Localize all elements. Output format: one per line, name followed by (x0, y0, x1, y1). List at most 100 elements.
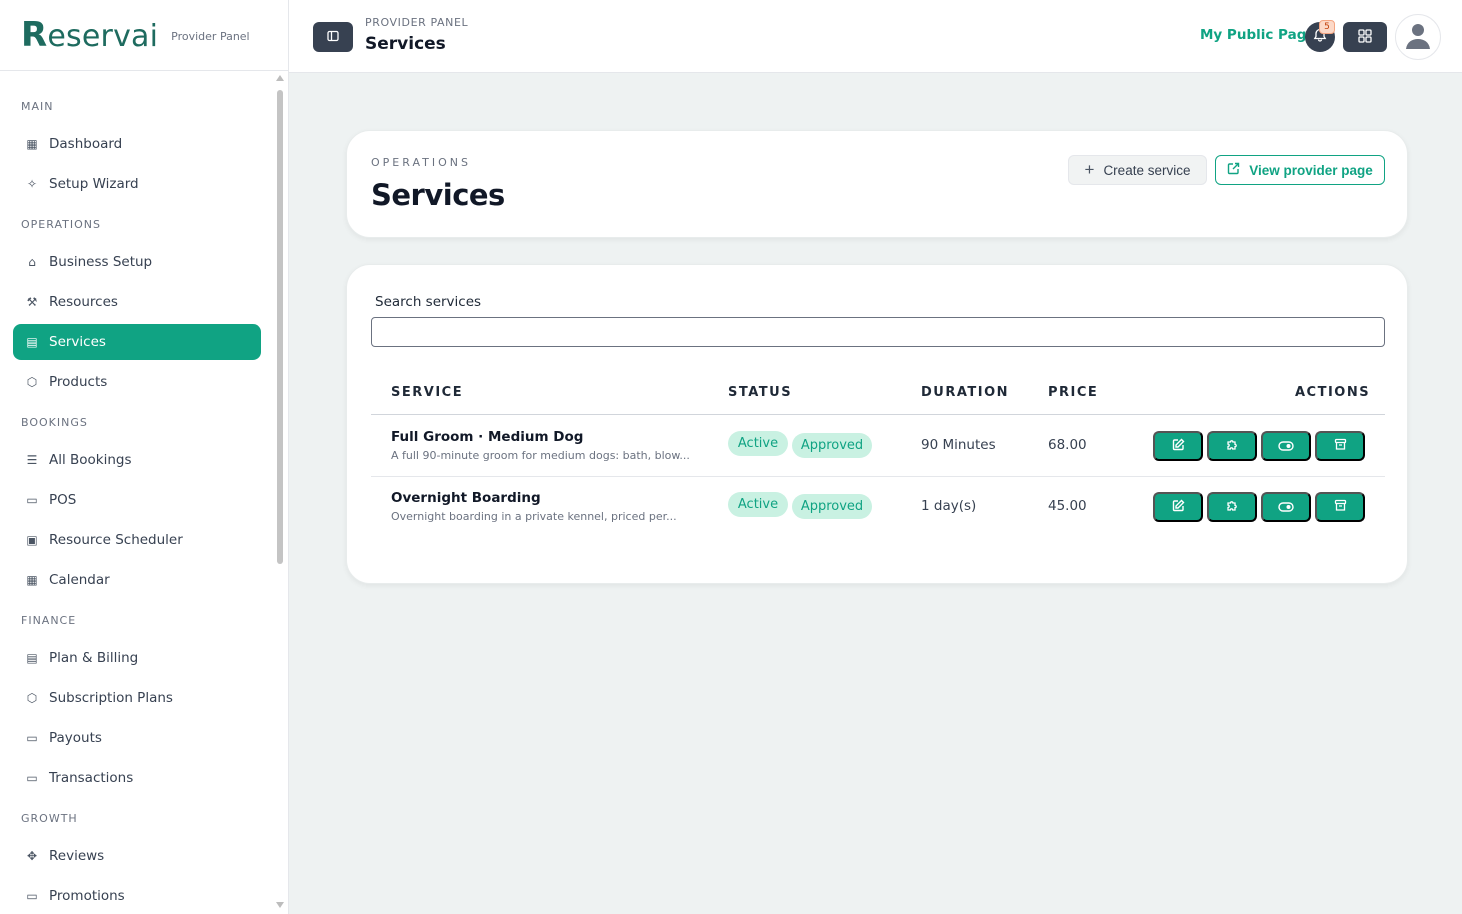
page-header-card: OPERATIONS Services + Create service Vie… (346, 130, 1408, 238)
external-link-icon (1227, 162, 1240, 178)
service-name[interactable]: Full Groom · Medium Dog (391, 429, 583, 445)
edit-icon (1172, 438, 1185, 454)
logo: Reservai (21, 15, 159, 55)
sidebar-item-label: Products (49, 374, 108, 390)
column-service[interactable]: SERVICE (391, 385, 463, 400)
sidebar-item-dashboard[interactable]: ▦ Dashboard (13, 126, 261, 162)
addons-button[interactable] (1207, 431, 1257, 461)
service-description: A full 90-minute groom for medium dogs: … (391, 449, 690, 462)
service-duration: 1 day(s) (921, 498, 977, 514)
nav-gap (0, 800, 272, 812)
sidebar-item-label: Setup Wizard (49, 176, 139, 192)
service-price: 68.00 (1048, 437, 1087, 453)
sidebar-item-label: Business Setup (49, 254, 153, 270)
breadcrumb: PROVIDER PANEL (365, 16, 469, 29)
addons-button[interactable] (1207, 492, 1257, 522)
section-eyebrow: OPERATIONS (371, 156, 471, 169)
scroll-down-icon[interactable] (276, 902, 284, 908)
table-row[interactable]: Overnight Boarding Overnight boarding in… (371, 477, 1385, 538)
edit-button[interactable] (1153, 431, 1203, 461)
create-service-button[interactable]: + Create service (1068, 155, 1207, 185)
column-price[interactable]: PRICE (1048, 385, 1098, 400)
table-header: SERVICE STATUS DURATION PRICE ACTIONS (371, 375, 1385, 415)
list-icon: ☰ (26, 453, 38, 467)
cube-icon: ⬡ (26, 691, 38, 705)
sidebar-toggle-icon (327, 30, 339, 45)
sidebar-item-label: Transactions (49, 770, 134, 786)
sidebar-item-resource-scheduler[interactable]: ▣ Resource Scheduler (13, 522, 261, 558)
sidebar-item-payouts[interactable]: ▭ Payouts (13, 720, 261, 756)
services-table-card: Search services SERVICE STATUS DURATION … (346, 264, 1408, 584)
sidebar-item-label: Subscription Plans (49, 690, 173, 706)
edit-icon (1172, 499, 1185, 515)
archive-button[interactable] (1315, 492, 1365, 522)
service-price: 45.00 (1048, 498, 1087, 514)
sidebar-item-transactions[interactable]: ▭ Transactions (13, 760, 261, 796)
receipt-icon: ▤ (26, 651, 38, 665)
nav-gap (0, 404, 272, 416)
puzzle-icon (1226, 499, 1239, 515)
sidebar-item-business-setup[interactable]: ⌂ Business Setup (13, 244, 261, 280)
my-public-page-link[interactable]: My Public Page (1200, 27, 1316, 43)
sidebar-item-all-bookings[interactable]: ☰ All Bookings (13, 442, 261, 478)
toggle-visibility-button[interactable] (1261, 492, 1311, 522)
sidebar-item-products[interactable]: ⬡ Products (13, 364, 261, 400)
scroll-up-icon[interactable] (276, 75, 284, 81)
calendar-grid-icon: ▦ (26, 573, 38, 587)
search-input[interactable] (371, 317, 1385, 347)
toggle-icon (1278, 439, 1294, 454)
sidebar-item-promotions[interactable]: ▭ Promotions (13, 878, 261, 914)
user-avatar[interactable] (1395, 14, 1441, 60)
scrollbar-thumb[interactable] (277, 90, 283, 564)
sidebar-item-setup-wizard[interactable]: ✧ Setup Wizard (13, 166, 261, 202)
archive-button[interactable] (1315, 431, 1365, 461)
view-provider-page-button[interactable]: View provider page (1215, 155, 1385, 185)
sidebar-nav: MAIN ▦ Dashboard ✧ Setup Wizard OPERATIONS ⌂ Bu… (0, 71, 272, 914)
status-badge: Active (728, 492, 788, 517)
sidebar-item-subscription-plans[interactable]: ⬡ Subscription Plans (13, 680, 261, 716)
nav-section-bookings: BOOKINGS (21, 416, 88, 429)
sidebar-item-plan-billing[interactable]: ▤ Plan & Billing (13, 640, 261, 676)
sidebar-item-label: Resource Scheduler (49, 532, 183, 548)
column-duration[interactable]: DURATION (921, 385, 1009, 400)
sidebar-item-reviews[interactable]: ✥ Reviews (13, 838, 261, 874)
edit-button[interactable] (1153, 492, 1203, 522)
apps-button[interactable] (1343, 22, 1387, 52)
service-description: Overnight boarding in a private kennel, … (391, 510, 677, 523)
service-name[interactable]: Overnight Boarding (391, 490, 541, 506)
archive-icon (1334, 499, 1347, 515)
table-row[interactable]: Full Groom · Medium Dog A full 90-minute… (371, 416, 1385, 477)
status-badge: Active (728, 431, 788, 456)
brand-subtitle: Provider Panel (171, 30, 250, 43)
sidebar-item-label: Reviews (49, 848, 105, 864)
wallet-icon: ▭ (26, 731, 38, 745)
sidebar-item-services[interactable]: ▤ Services (13, 324, 261, 360)
plus-icon: + (1084, 160, 1095, 179)
sidebar-toggle-button[interactable] (313, 22, 353, 52)
wand-icon: ✧ (26, 177, 38, 191)
nav-section-finance: FINANCE (21, 614, 77, 627)
wrench-icon: ⚒ (26, 295, 38, 309)
nav-section-operations: OPERATIONS (21, 218, 101, 231)
sidebar-item-label: Dashboard (49, 136, 123, 152)
network-icon: ✥ (26, 849, 38, 863)
service-duration: 90 Minutes (921, 437, 996, 453)
sidebar-item-calendar[interactable]: ▦ Calendar (13, 562, 261, 598)
archive-icon (1334, 438, 1347, 454)
sidebar-scrollbar[interactable] (275, 74, 285, 910)
briefcase-icon: ▤ (26, 335, 38, 349)
notification-count-badge: 5 (1319, 20, 1335, 34)
sidebar-item-label: All Bookings (49, 452, 132, 468)
sidebar-item-pos[interactable]: ▭ POS (13, 482, 261, 518)
sidebar: Reservai Provider Panel MAIN ▦ Dashboard ✧ S… (0, 0, 289, 914)
create-service-label: Create service (1103, 162, 1191, 178)
grid-icon (1358, 28, 1372, 47)
toggle-visibility-button[interactable] (1261, 431, 1311, 461)
approval-badge: Approved (792, 494, 872, 519)
sidebar-item-resources[interactable]: ⚒ Resources (13, 284, 261, 320)
brand[interactable]: Reservai Provider Panel (0, 0, 288, 71)
sidebar-item-label: Promotions (49, 888, 125, 904)
box-icon: ⬡ (26, 375, 38, 389)
puzzle-icon (1226, 438, 1239, 454)
column-status[interactable]: STATUS (728, 385, 792, 400)
